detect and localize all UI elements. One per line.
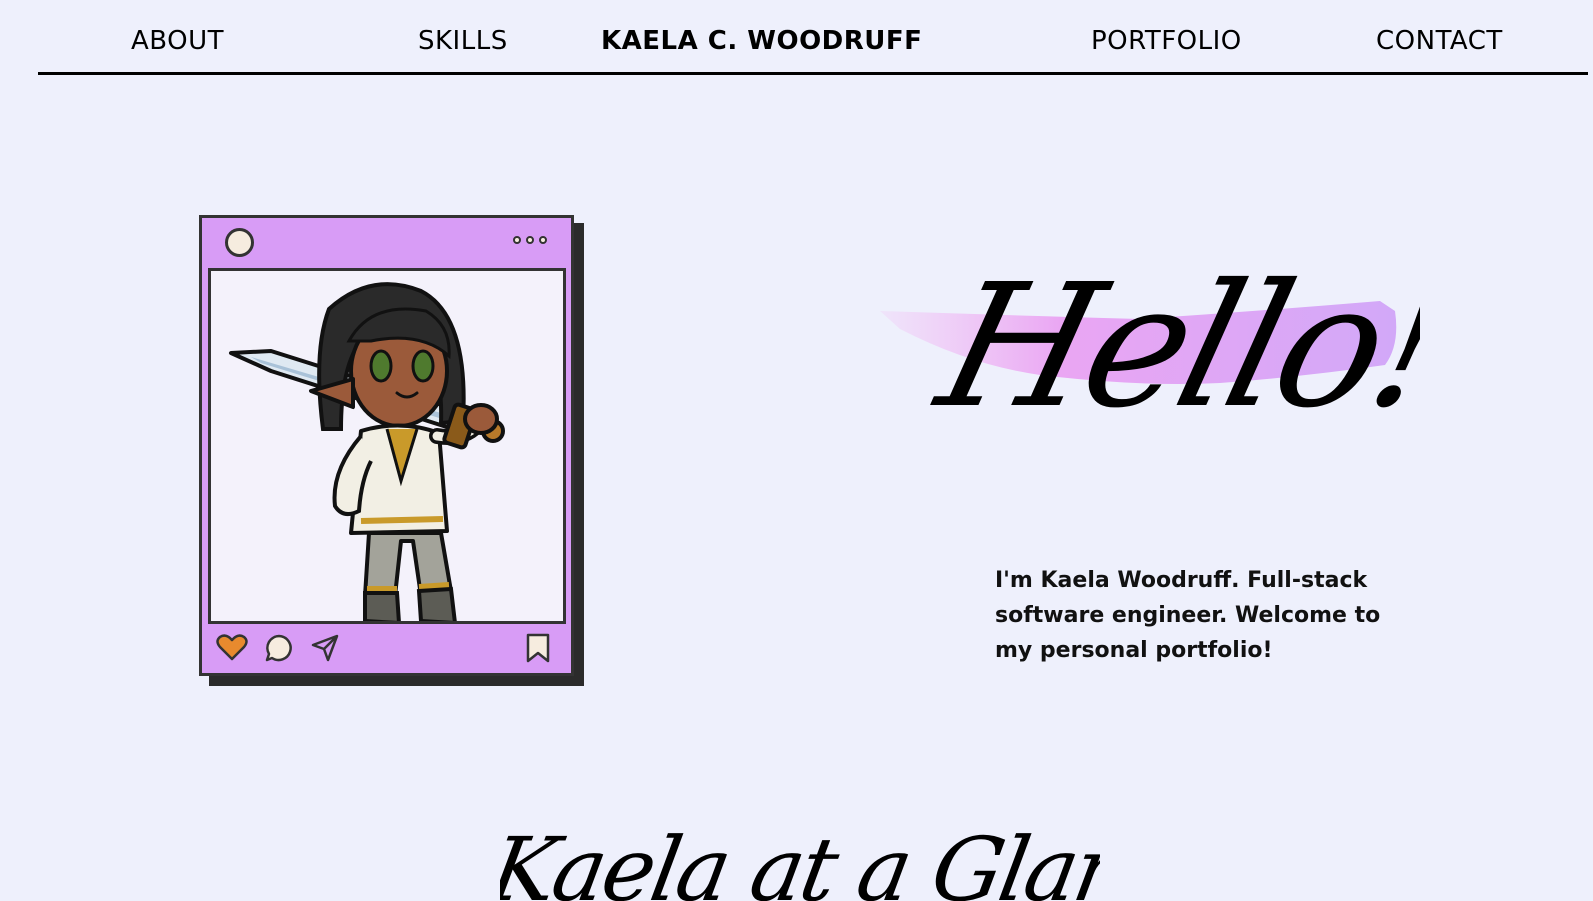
nav-link-contact[interactable]: CONTACT	[1376, 24, 1503, 58]
heart-icon[interactable]	[216, 633, 248, 661]
card-action-bar	[202, 629, 571, 667]
intro-text: I'm Kaela Woodruff. Full-stack software …	[995, 568, 1381, 663]
hello-heading: Hello!	[880, 215, 1464, 475]
top-nav: ABOUT SKILLS KAELA C. WOODRUFF PORTFOLIO…	[38, 0, 1588, 75]
brush-stroke-icon: Hello!	[880, 247, 1464, 445]
more-dots-icon	[513, 236, 547, 244]
character-illustration	[208, 268, 566, 624]
elf-character-icon	[229, 282, 505, 621]
hello-text: Hello!	[920, 247, 1420, 445]
profile-photo-card	[199, 215, 574, 676]
page: ABOUT SKILLS KAELA C. WOODRUFF PORTFOLIO…	[0, 0, 1593, 901]
avatar	[225, 228, 254, 257]
nav-link-portfolio[interactable]: PORTFOLIO	[1091, 24, 1242, 58]
bookmark-icon[interactable]	[525, 633, 551, 663]
section-title: Kaela at a Glance	[500, 820, 1100, 901]
glance-heading: Kaela at a Glance	[500, 820, 1100, 901]
nav-link-skills[interactable]: SKILLS	[418, 24, 508, 58]
nav-link-about[interactable]: ABOUT	[131, 24, 224, 58]
comment-icon[interactable]	[264, 633, 294, 663]
site-brand[interactable]: KAELA C. WOODRUFF	[601, 24, 922, 58]
send-icon[interactable]	[310, 633, 340, 663]
